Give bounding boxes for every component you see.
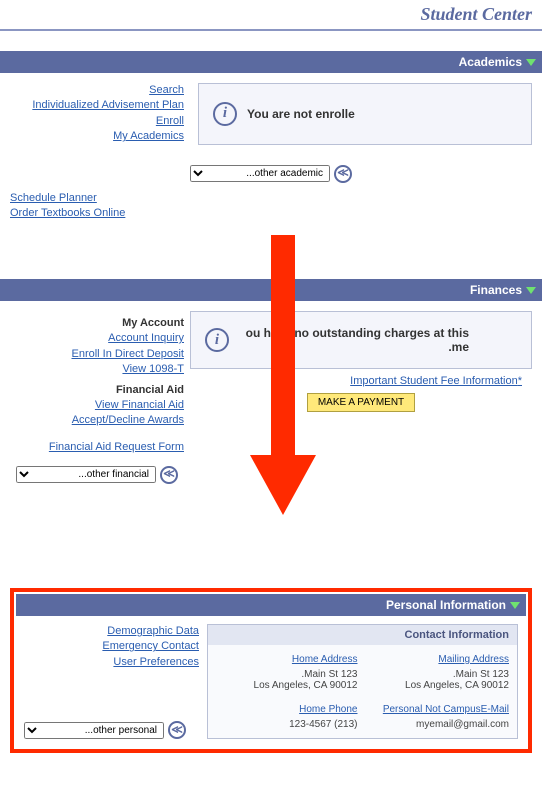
mailing-address-value: 123 Main St. Los Angeles, CA 90012 (368, 669, 510, 691)
page-title: Student Center (420, 4, 532, 24)
collapse-triangle-icon (526, 59, 536, 66)
enrollment-info-box: You are not enrolle i (198, 83, 532, 145)
academics-header-label: Academics (459, 55, 522, 69)
info-icon: i (213, 102, 237, 126)
personal-info-highlight: Personal Information Contact Information… (10, 588, 532, 753)
contact-info-title: Contact Information (208, 625, 517, 645)
schedule-planner-link[interactable]: Schedule Planner (10, 191, 342, 206)
academics-link-enroll[interactable]: Enroll (16, 114, 184, 129)
finances-header-label: Finances (470, 283, 522, 297)
finances-section: Finances ou have no outstanding charges … (0, 279, 542, 493)
email-link[interactable]: Personal Not CampusE-Mail (368, 703, 510, 717)
personal-header-label: Personal Information (386, 598, 506, 612)
finances-dropdown[interactable]: other financial... (16, 466, 156, 483)
contact-info-card: Contact Information Mailing Address 123 … (207, 624, 518, 739)
view-finaid-link[interactable]: View Financial Aid (16, 398, 184, 413)
home-phone-value: (213) 123-4567 (216, 719, 358, 730)
mailing-address-link[interactable]: Mailing Address (368, 653, 510, 667)
email-value: myemail@gmail.com (368, 719, 510, 730)
student-fee-info-link[interactable]: *Important Student Fee Information (200, 375, 522, 387)
financial-aid-heading: Financial Aid (16, 384, 184, 396)
personal-section: Personal Information Contact Information… (16, 594, 526, 747)
charges-info-text: ou have no outstanding charges at this m… (239, 326, 469, 354)
home-address-link[interactable]: Home Address (216, 653, 358, 667)
order-textbooks-link[interactable]: Order Textbooks Online (10, 206, 342, 221)
enrollment-info-text: You are not enrolle (247, 107, 355, 121)
personal-header[interactable]: Personal Information (16, 594, 526, 616)
user-preferences-link[interactable]: User Preferences (24, 655, 199, 670)
academics-link-iap[interactable]: Individualized Advisement Plan (16, 98, 184, 113)
go-button[interactable]: ≫ (160, 466, 178, 484)
my-account-heading: My Account (16, 317, 184, 329)
academics-link-search[interactable]: Search (16, 83, 184, 98)
collapse-triangle-icon (510, 602, 520, 609)
accept-decline-link[interactable]: Accept/Decline Awards (16, 413, 184, 428)
go-button[interactable]: ≫ (334, 165, 352, 183)
make-payment-button[interactable]: MAKE A PAYMENT (307, 393, 415, 412)
home-address-value: 123 Main St. Los Angeles, CA 90012 (216, 669, 358, 691)
go-button[interactable]: ≫ (168, 721, 186, 739)
finaid-request-form-link[interactable]: Financial Aid Request Form (16, 440, 184, 455)
academics-section: Academics You are not enrolle i Search I… (0, 51, 542, 229)
demographic-data-link[interactable]: Demographic Data (24, 624, 199, 639)
academics-dropdown[interactable]: other academic... (190, 165, 330, 182)
finances-header[interactable]: Finances (0, 279, 542, 301)
direct-deposit-link[interactable]: Enroll In Direct Deposit (16, 347, 184, 362)
charges-info-box: ou have no outstanding charges at this m… (190, 311, 532, 369)
emergency-contact-link[interactable]: Emergency Contact (24, 639, 199, 654)
collapse-triangle-icon (526, 287, 536, 294)
home-phone-link[interactable]: Home Phone (216, 703, 358, 717)
academics-header[interactable]: Academics (0, 51, 542, 73)
academics-link-myacademics[interactable]: My Academics (16, 129, 184, 144)
account-inquiry-link[interactable]: Account Inquiry (16, 331, 184, 346)
view-1098t-link[interactable]: View 1098-T (16, 362, 184, 377)
info-icon: i (205, 328, 229, 352)
personal-dropdown[interactable]: other personal... (24, 722, 164, 739)
